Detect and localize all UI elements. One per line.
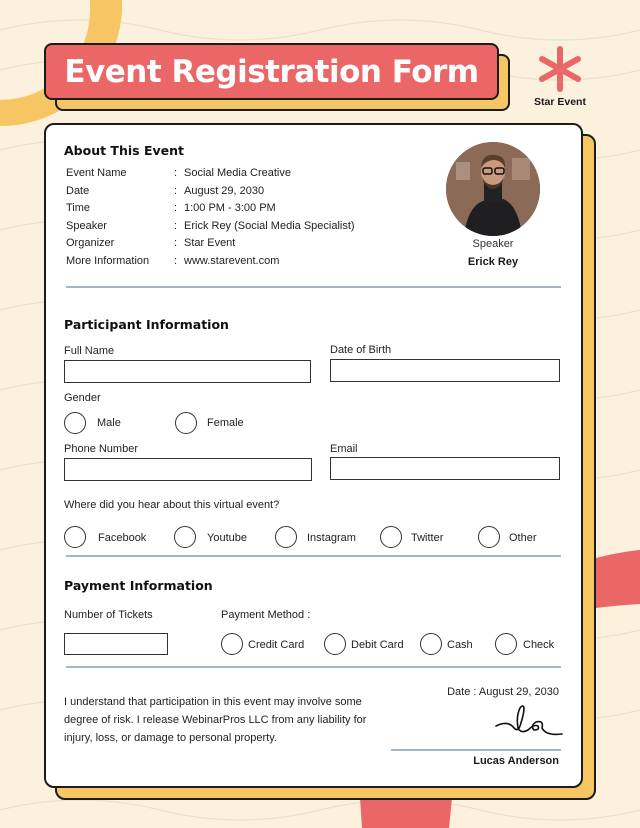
info-label: Speaker — [66, 220, 107, 232]
asterisk-icon — [539, 46, 581, 92]
info-value: 1:00 PM - 3:00 PM — [184, 202, 276, 214]
section-divider — [66, 286, 561, 288]
liability-disclaimer: I understand that participation in this … — [64, 696, 367, 744]
payment-section-title: Payment Information — [64, 578, 213, 593]
page-title: Event Registration Form — [64, 53, 479, 90]
gender-male-radio[interactable] — [64, 412, 86, 434]
brand-logo: Star Event — [530, 46, 590, 112]
info-value[interactable]: www.starevent.com — [184, 255, 279, 267]
info-label: Time — [66, 202, 91, 214]
info-value: Social Media Creative — [184, 167, 291, 179]
payment-cash-label: Cash — [447, 639, 473, 651]
source-other-radio[interactable] — [478, 526, 500, 548]
date-of-birth-input[interactable] — [330, 359, 560, 382]
info-value: Star Event — [184, 237, 236, 249]
info-label: More Information — [66, 255, 150, 267]
payment-credit-card-label: Credit Card — [248, 639, 305, 651]
source-instagram-radio[interactable] — [275, 526, 297, 548]
source-facebook-label: Facebook — [98, 532, 147, 544]
speaker-avatar — [446, 142, 540, 236]
source-youtube-radio[interactable] — [174, 526, 196, 548]
info-separator: : — [174, 202, 178, 214]
source-facebook-radio[interactable] — [64, 526, 86, 548]
info-separator: : — [174, 237, 178, 249]
source-other-label: Other — [509, 532, 537, 544]
payment-method-label: Payment Method : — [221, 609, 311, 621]
registration-card: About This Event Event Name : Social Med… — [44, 123, 583, 788]
source-twitter-label: Twitter — [411, 532, 444, 544]
payment-debit-card-label: Debit Card — [351, 639, 404, 651]
gender-female-label: Female — [207, 417, 244, 429]
info-separator: : — [174, 220, 178, 232]
phone-input[interactable] — [64, 458, 312, 481]
source-youtube-label: Youtube — [207, 532, 247, 544]
tickets-label: Number of Tickets — [64, 609, 153, 621]
about-section-title: About This Event — [64, 143, 184, 158]
tickets-input[interactable] — [64, 633, 168, 655]
gender-female-radio[interactable] — [175, 412, 197, 434]
info-value: August 29, 2030 — [184, 185, 265, 197]
signer-name: Lucas Anderson — [473, 755, 559, 767]
section-divider — [66, 555, 561, 557]
signature-line — [391, 749, 561, 751]
date-of-birth-label: Date of Birth — [330, 344, 392, 356]
red-band-shape — [596, 550, 640, 608]
source-twitter-radio[interactable] — [380, 526, 402, 548]
gender-male-label: Male — [97, 417, 121, 429]
participant-section-title: Participant Information — [64, 317, 229, 332]
payment-debit-card-radio[interactable] — [324, 633, 346, 655]
phone-label: Phone Number — [64, 443, 138, 455]
email-input[interactable] — [330, 457, 560, 480]
signature-icon — [495, 705, 563, 736]
info-value: Erick Rey (Social Media Specialist) — [184, 220, 355, 232]
brand-name: Star Event — [534, 96, 586, 108]
speaker-name: Erick Rey — [467, 256, 519, 268]
full-name-label: Full Name — [64, 345, 115, 357]
payment-check-label: Check — [523, 639, 555, 651]
gender-label: Gender — [64, 392, 101, 404]
info-label: Event Name — [66, 167, 127, 179]
speaker-photo-icon — [446, 142, 540, 236]
email-label: Email — [330, 443, 358, 455]
source-instagram-label: Instagram — [307, 532, 356, 544]
event-source-label: Where did you hear about this virtual ev… — [64, 499, 280, 511]
info-separator: : — [174, 167, 178, 179]
title-banner: Event Registration Form — [44, 43, 499, 100]
payment-credit-card-radio[interactable] — [221, 633, 243, 655]
info-label: Date — [66, 185, 90, 197]
speaker-caption: Speaker — [472, 238, 514, 250]
info-separator: : — [174, 185, 178, 197]
section-divider — [66, 666, 561, 668]
info-label: Organizer — [66, 237, 115, 249]
red-bottom-shape — [360, 798, 452, 828]
payment-cash-radio[interactable] — [420, 633, 442, 655]
info-separator: : — [174, 255, 178, 267]
signature-date: Date : August 29, 2030 — [447, 686, 559, 698]
full-name-input[interactable] — [64, 360, 311, 383]
payment-check-radio[interactable] — [495, 633, 517, 655]
